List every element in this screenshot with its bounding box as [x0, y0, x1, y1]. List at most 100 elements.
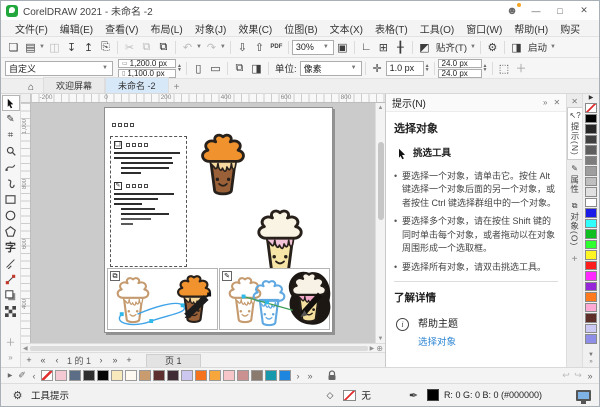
menu-item-layout[interactable]: 布局(L) — [144, 20, 188, 37]
color-swatch[interactable] — [585, 177, 597, 187]
color-swatch[interactable] — [585, 145, 597, 155]
color-swatch[interactable] — [585, 187, 597, 197]
units-select[interactable]: 像素▼ — [300, 61, 362, 76]
doc-palette-scroll-right-icon[interactable]: › — [293, 371, 303, 381]
docker-collapse-icon[interactable]: » — [543, 98, 547, 107]
canvas-viewport[interactable]: ❏ ✎ — [31, 103, 375, 343]
drawing-page[interactable]: ❏ ✎ — [104, 107, 333, 333]
doc-color-swatch[interactable] — [195, 370, 207, 381]
add-tool-icon[interactable]: ＋ — [2, 333, 20, 349]
color-swatch[interactable] — [585, 334, 597, 344]
docker-tab-objects[interactable]: ⧉对象(O) — [567, 198, 582, 249]
sample-panel-sketch[interactable]: ⧉ — [107, 268, 218, 330]
freehand-tool[interactable] — [2, 159, 20, 175]
forward-icon[interactable]: ↪ — [573, 370, 583, 381]
crop-tool[interactable]: ⌗ — [2, 127, 20, 143]
scroll-up-icon[interactable]: ▲ — [378, 103, 384, 112]
options-gear-icon[interactable]: ⚙ — [484, 39, 501, 56]
grid-toggle-icon[interactable]: ⊞ — [375, 39, 392, 56]
zoom-tool[interactable] — [2, 143, 20, 159]
color-swatch[interactable] — [585, 198, 597, 208]
doc-color-swatch[interactable] — [209, 370, 221, 381]
fullscreen-preview-icon[interactable]: ▣ — [334, 39, 351, 56]
horizontal-scroll-thumb[interactable] — [30, 346, 368, 351]
outline-pen-icon[interactable]: ✒ — [405, 387, 422, 404]
duplicate-steppers[interactable]: ▲▼ — [482, 64, 489, 72]
snap-bitmap-icon[interactable]: ◩ — [416, 39, 433, 56]
cloud-download-icon[interactable]: ↧ — [63, 39, 80, 56]
color-swatch[interactable] — [585, 303, 597, 313]
doc-color-swatch[interactable] — [55, 370, 67, 381]
mesh-fill-tool[interactable] — [2, 303, 20, 319]
add-property-icon[interactable]: ＋ — [513, 60, 530, 77]
doc-palette-more-icon[interactable]: » — [305, 371, 315, 381]
cupcake-orange[interactable] — [195, 132, 251, 202]
artistic-media-tool[interactable] — [2, 175, 20, 191]
undo-caret-icon[interactable]: ▼ — [196, 44, 202, 50]
menu-item-object[interactable]: 对象(J) — [189, 20, 233, 37]
dimension-tool[interactable] — [2, 255, 20, 271]
launch-caret-icon[interactable]: ▼ — [550, 44, 556, 50]
rectangle-tool[interactable] — [2, 191, 20, 207]
horizontal-scrollbar[interactable]: ◀ ▶ ⊕ — [21, 343, 385, 352]
current-page-icon[interactable]: ◨ — [248, 60, 265, 77]
previous-page-icon[interactable]: ‹ — [52, 355, 62, 365]
toolbox-overflow-icon[interactable]: » — [2, 349, 20, 365]
docker-tab-hints[interactable]: ↖?提示(N) — [567, 107, 582, 160]
color-swatch[interactable] — [585, 229, 597, 239]
landscape-orientation-icon[interactable]: ▭ — [207, 60, 224, 77]
redo-icon[interactable]: ↷ — [203, 39, 220, 56]
color-swatch[interactable] — [585, 292, 597, 302]
color-swatch[interactable] — [585, 313, 597, 323]
new-document-tab-icon[interactable]: + — [169, 82, 185, 93]
color-swatch[interactable] — [585, 114, 597, 124]
text-tool[interactable]: 字 — [2, 239, 20, 255]
back-icon[interactable]: ↩ — [561, 370, 571, 381]
doc-color-swatch[interactable] — [167, 370, 179, 381]
copy-icon[interactable]: ⧉ — [138, 39, 155, 56]
color-swatch[interactable] — [585, 324, 597, 334]
doc-color-swatch[interactable] — [83, 370, 95, 381]
tab-welcome-screen[interactable]: 欢迎屏幕 — [43, 77, 105, 93]
nudge-distance-field[interactable]: 1.0 px — [386, 61, 424, 76]
horizontal-ruler[interactable]: -200 0 200 400 600 800 — [31, 94, 385, 103]
menu-item-bitmaps[interactable]: 位图(B) — [278, 20, 323, 37]
doc-color-swatch[interactable] — [223, 370, 235, 381]
doc-color-swatch[interactable] — [139, 370, 151, 381]
menu-item-file[interactable]: 文件(F) — [9, 20, 54, 37]
ellipse-tool[interactable] — [2, 207, 20, 223]
color-swatch[interactable] — [585, 261, 597, 271]
last-page-icon[interactable]: » — [110, 355, 120, 365]
add-page-after-icon[interactable]: + — [124, 355, 134, 365]
eyedropper-icon[interactable]: ✐ — [17, 370, 27, 381]
first-page-icon[interactable]: « — [38, 355, 48, 365]
color-swatch[interactable] — [585, 156, 597, 166]
cloud-upload-icon[interactable]: ↥ — [80, 39, 97, 56]
color-swatch[interactable] — [585, 219, 597, 229]
menu-item-window[interactable]: 窗口(W) — [460, 20, 508, 37]
color-swatch[interactable] — [585, 208, 597, 218]
sample-panel-trace[interactable]: ✎ — [219, 268, 330, 330]
drop-shadow-tool[interactable] — [2, 287, 20, 303]
launch-icon[interactable]: ◨ — [508, 39, 525, 56]
vertical-scrollbar[interactable]: ▲ ▼ — [375, 103, 385, 343]
zoom-level-select[interactable]: 30%▼ — [292, 40, 334, 55]
doc-palette-scroll-left-icon[interactable]: ‹ — [29, 371, 39, 381]
doc-color-swatch[interactable] — [153, 370, 165, 381]
color-swatch[interactable] — [585, 166, 597, 176]
launch-dropdown[interactable]: 启动 — [528, 40, 547, 54]
doc-color-swatch[interactable] — [237, 370, 249, 381]
docker-tab-properties[interactable]: ✎属性 — [567, 161, 582, 197]
print-icon[interactable]: ⎘ — [97, 39, 114, 56]
doc-color-swatch[interactable] — [251, 370, 263, 381]
nudge-steppers[interactable]: ▲▼ — [424, 64, 431, 72]
color-swatch[interactable] — [585, 282, 597, 292]
duplicate-y-field[interactable]: 24.0 px — [438, 69, 482, 78]
vertical-scroll-thumb[interactable] — [378, 142, 384, 220]
duplicate-x-field[interactable]: 24.0 px — [438, 59, 482, 68]
doc-color-none[interactable] — [41, 370, 53, 381]
import-icon[interactable]: ⇩ — [234, 39, 251, 56]
next-page-icon[interactable]: › — [96, 355, 106, 365]
fill-none-swatch[interactable] — [343, 390, 356, 401]
color-swatch[interactable] — [585, 124, 597, 134]
